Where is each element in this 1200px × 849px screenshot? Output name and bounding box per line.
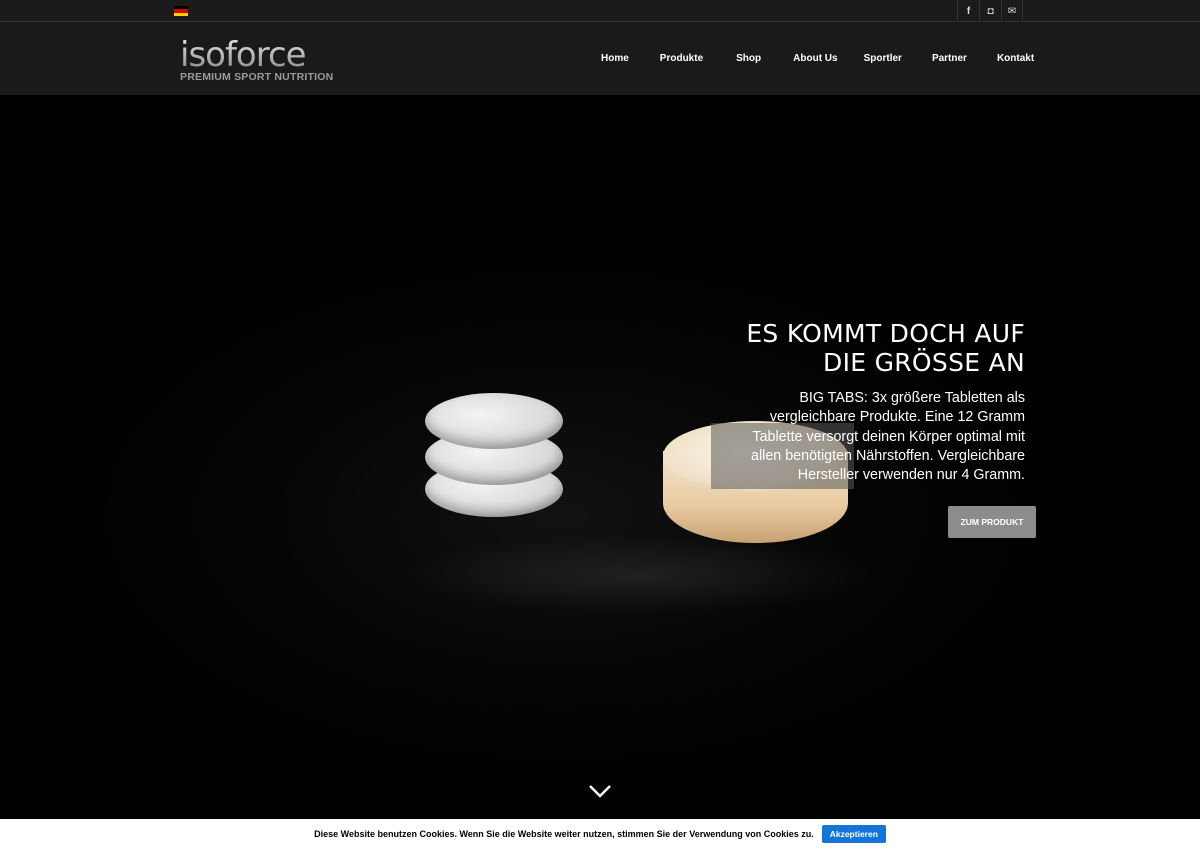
hero-title: ES KOMMT DOCH AUF DIE GRÖSSE AN xyxy=(605,319,1025,377)
instagram-icon[interactable]: ◘ xyxy=(979,0,1001,22)
facebook-icon[interactable]: f xyxy=(957,0,979,22)
mail-icon[interactable]: ✉ xyxy=(1001,0,1023,22)
hero-description: BIG TABS: 3x größere Tabletten als vergl… xyxy=(751,390,1025,484)
top-bar: f ◘ ✉ xyxy=(0,0,1200,22)
de-flag-icon[interactable] xyxy=(174,6,188,16)
hero-slider: ES KOMMT DOCH AUF DIE GRÖSSE AN BIG TABS… xyxy=(0,95,1200,819)
nav-shop[interactable]: Shop xyxy=(736,53,761,64)
main-nav: Home Produkte Shop About Us Sportler Par… xyxy=(586,22,1034,95)
logo-tagline: PREMIUM SPORT NUTRITION xyxy=(180,71,334,83)
nav-produkte[interactable]: Produkte xyxy=(660,53,703,64)
hero-title-line1: ES KOMMT DOCH AUF xyxy=(746,319,1025,348)
tablet-disc xyxy=(425,393,563,449)
hero-title-line2: DIE GRÖSSE AN xyxy=(823,348,1025,377)
nav-kontakt[interactable]: Kontakt xyxy=(997,53,1034,64)
nav-about-us[interactable]: About Us xyxy=(793,53,837,64)
cookie-notice-text: Diese Website benutzen Cookies. Wenn Sie… xyxy=(314,829,814,839)
social-links: f ◘ ✉ xyxy=(957,0,1023,22)
nav-partner[interactable]: Partner xyxy=(932,53,967,64)
tablet-reflection xyxy=(400,535,880,615)
site-header: isoforce PREMIUM SPORT NUTRITION Home Pr… xyxy=(0,22,1200,95)
nav-sportler[interactable]: Sportler xyxy=(864,53,902,64)
zum-produkt-button[interactable]: ZUM PRODUKT xyxy=(948,506,1036,538)
accept-cookies-button[interactable]: Akzeptieren xyxy=(821,825,886,843)
nav-home[interactable]: Home xyxy=(601,53,629,64)
small-tablets-image xyxy=(425,385,565,525)
flag-stripe-gold xyxy=(174,12,188,16)
logo-wordmark: isoforce xyxy=(180,38,350,72)
cookie-bar: Diese Website benutzen Cookies. Wenn Sie… xyxy=(0,819,1200,849)
isoforce-logo[interactable]: isoforce PREMIUM SPORT NUTRITION xyxy=(180,38,350,85)
chevron-down-icon[interactable] xyxy=(588,783,612,799)
